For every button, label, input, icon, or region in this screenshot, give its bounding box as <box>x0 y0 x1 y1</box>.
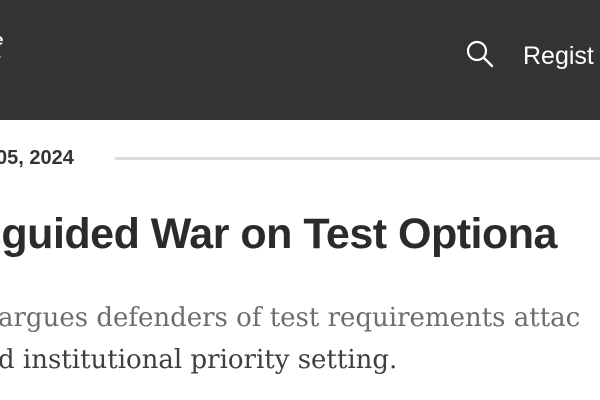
search-icon[interactable] <box>465 39 495 69</box>
dek-line-2: d institutional priority setting. <box>0 345 398 375</box>
dek-line-1: argues defenders of test requirements at… <box>0 303 581 333</box>
date-divider <box>115 157 600 160</box>
article-date: 05, 2024 <box>0 147 74 169</box>
logo-line-2: r <box>0 50 3 70</box>
logo-line-1: e <box>0 30 3 50</box>
article-headline: sguided War on Test Optiona <box>0 210 557 258</box>
site-logo[interactable]: e r <box>0 30 3 70</box>
article-dek: argues defenders of test requirements at… <box>0 297 580 381</box>
register-link[interactable]: Regist <box>523 40 594 72</box>
site-header: e r Regist <box>0 0 600 120</box>
